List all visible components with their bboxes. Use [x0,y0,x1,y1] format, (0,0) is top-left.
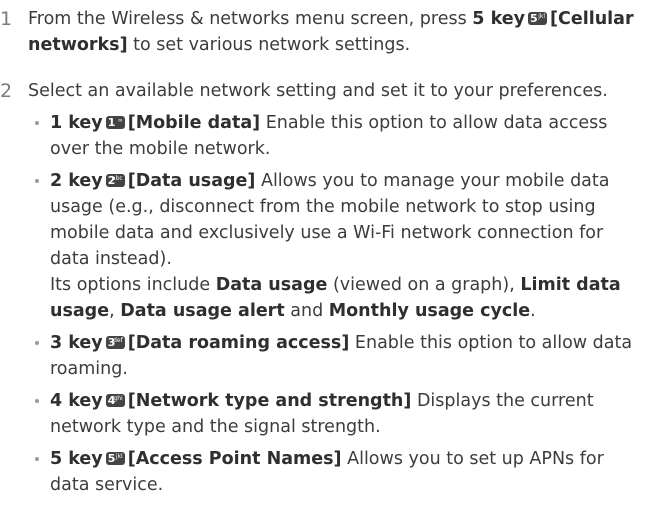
menu-name: [Data roaming access] [127,333,350,353]
bullet-icon [35,179,39,183]
step-text: From the Wireless & networks menu screen… [28,9,634,55]
key-name: 4 key [50,391,103,411]
key-name: 5 key [472,9,526,29]
list-item-network-type: 4 key 4 ghi [Network type and strength] Dis… [28,388,645,440]
key-name: 2 key [50,171,103,191]
list-item-data-roaming: 3 key 3 def [Data roaming access] Enable th… [28,330,645,382]
bullet-icon [35,121,39,125]
key-name: 3 key [50,333,103,353]
bullet-icon [35,341,39,345]
keypad-5-icon: 5 jkl [105,452,125,465]
key-name: 1 key [50,113,103,133]
manual-page: 1 From the Wireless & networks menu scre… [0,0,650,512]
keypad-4-icon: 4 ghi [105,394,125,407]
step-1: 1 From the Wireless & networks menu scre… [0,6,640,58]
bullet-icon [35,399,39,403]
step-number: 1 [0,8,13,30]
keypad-5-icon: 5 jkl [528,12,548,25]
key-name: 5 key [50,449,103,469]
option-list: 1 key 1 ∞ [Mobile data] Enable this option … [0,110,645,504]
list-item-mobile-data: 1 key 1 ∞ [Mobile data] Enable this option … [28,110,645,162]
step-number: 2 [0,80,13,102]
keypad-3-icon: 3 def [105,336,125,349]
keypad-1-icon: 1 ∞ [105,116,125,129]
menu-name: [Mobile data] [127,113,261,133]
menu-name: [Network type and strength] [127,391,412,411]
list-item-data-usage: 2 key 2 abc [Data usage] Allows you to mana… [28,168,645,324]
menu-name: [Data usage] [127,171,256,191]
bullet-icon [35,457,39,461]
list-item-access-point-names: 5 key 5 jkl [Access Point Names] Allows you… [28,446,645,498]
keypad-2-icon: 2 abc [105,174,125,187]
step-text: Select an available network setting and … [28,81,608,101]
step-2: 2 Select an available network setting an… [0,78,640,104]
menu-name: [Access Point Names] [127,449,342,469]
